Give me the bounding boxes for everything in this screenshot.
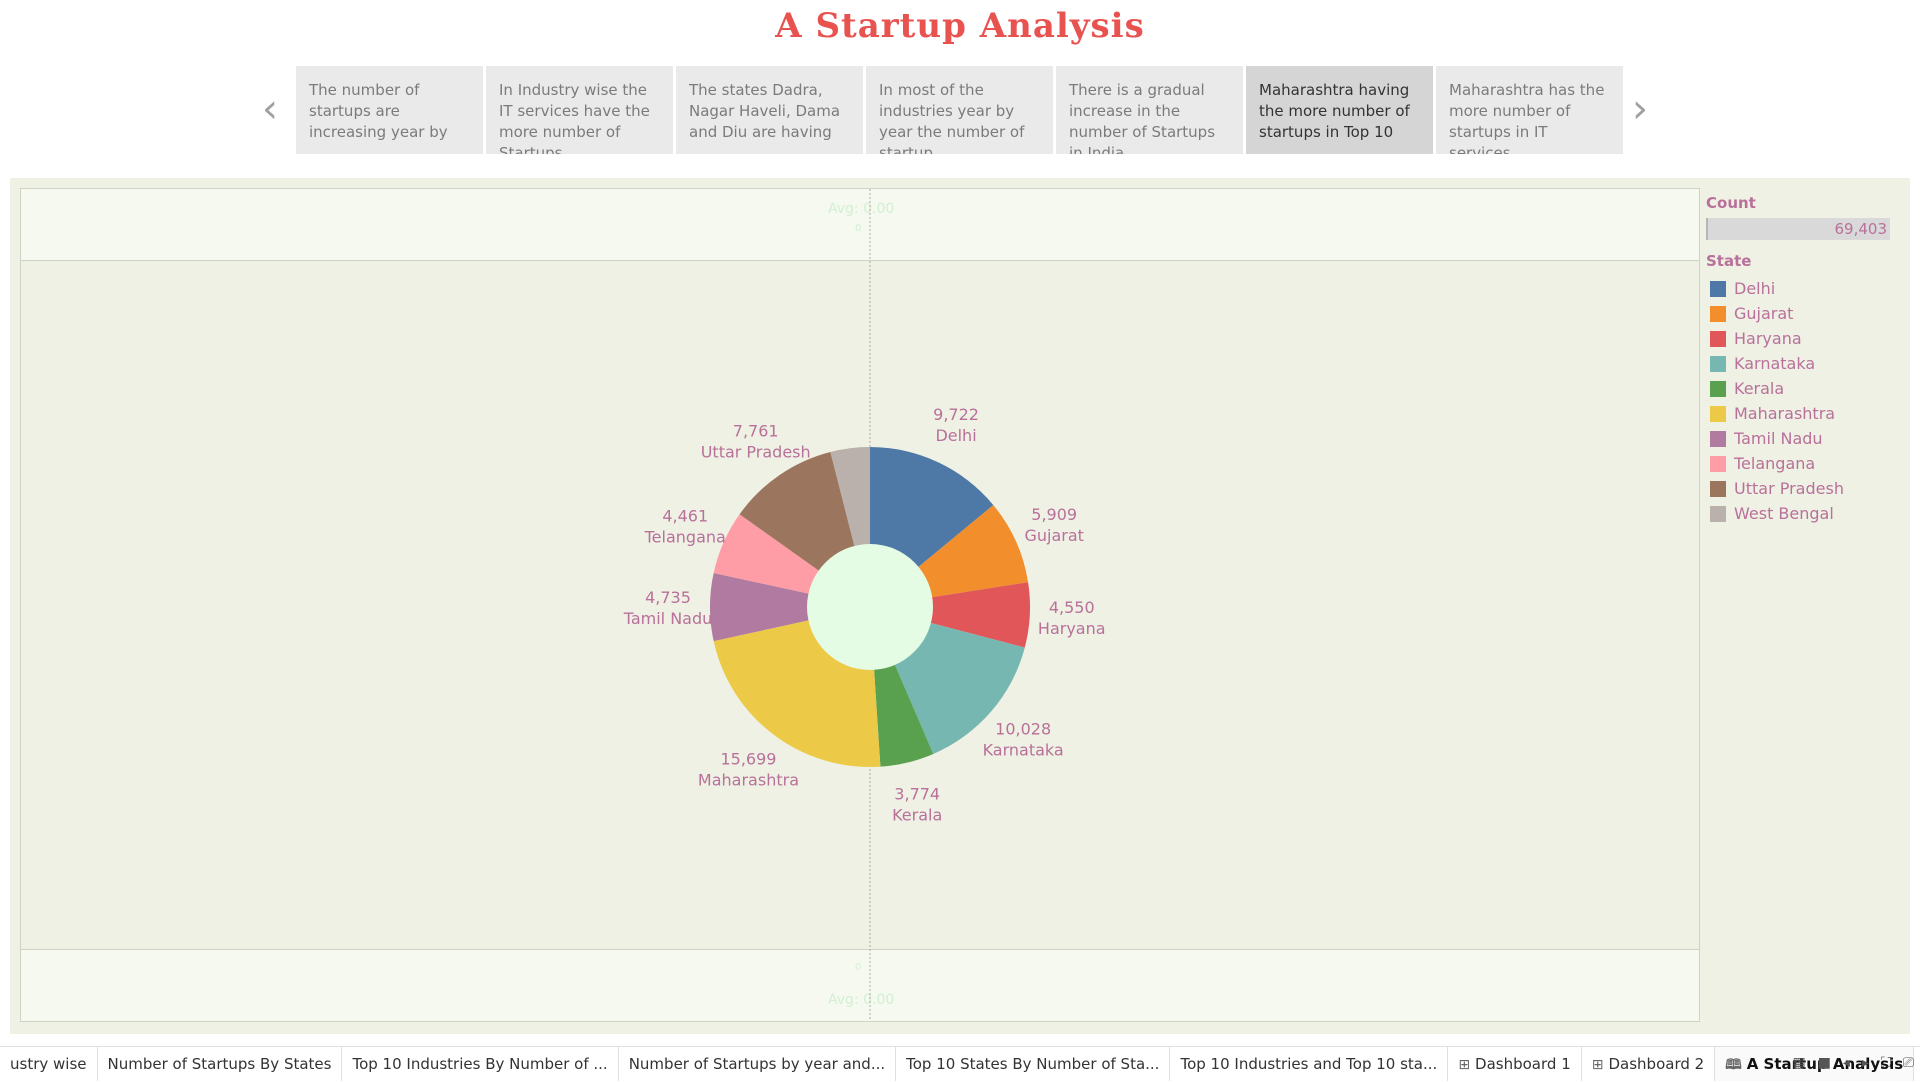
legend-swatch [1710, 455, 1726, 472]
legend-label: Maharashtra [1734, 404, 1836, 423]
slice-value-label: 5,909 [1031, 505, 1077, 524]
presentation-icon[interactable]: ⎚ [1903, 1055, 1914, 1071]
sheet-tab-label: Top 10 Industries By Number of ... [352, 1055, 608, 1073]
pie-chart-svg: 9,722 Delhi 5,909 Gujarat 4,550 Haryana 10,028… [623, 189, 1106, 1021]
legend-item[interactable]: Uttar Pradesh [1706, 476, 1906, 501]
sheet-tab[interactable]: ⊞ Dashboard 2 [1582, 1047, 1716, 1081]
sheet-tab[interactable]: Top 10 States By Number of Sta... [896, 1047, 1171, 1081]
sheet-tab-bar: ustry wise Number of Startups By States To… [0, 1046, 1920, 1081]
slice-value-label: 4,461 [662, 506, 708, 525]
sheet-tab[interactable]: ⊞ Dashboard 1 [1448, 1047, 1582, 1081]
slice-value-label: 3,774 [894, 784, 940, 803]
legend-label: Gujarat [1734, 304, 1794, 323]
legend-label: West Bengal [1734, 504, 1834, 523]
donut-hole [807, 544, 933, 670]
tab-type-icon: ⊞ [1458, 1057, 1471, 1073]
legend-label: Karnataka [1734, 354, 1816, 373]
story-point[interactable]: Maharashtra having the more number of st… [1246, 66, 1433, 154]
page-title: A Startup Analysis [775, 6, 1145, 46]
legend-label: Uttar Pradesh [1734, 479, 1844, 498]
slice-category-label: Uttar Pradesh [701, 442, 811, 461]
slice-category-label: Tamil Nadu [623, 609, 713, 628]
dashboard-canvas: Avg: 0.00 0 0 Avg: 0.00 9,722 Delhi 5,909 G… [10, 178, 1910, 1034]
legend-item[interactable]: Gujarat [1706, 301, 1906, 326]
story-prev-arrow-icon[interactable]: ‹ [262, 89, 278, 129]
legend-item[interactable]: Delhi [1706, 276, 1906, 301]
legend-item[interactable]: Maharashtra [1706, 401, 1906, 426]
slice-value-label: 9,722 [933, 405, 979, 424]
legend-label: Tamil Nadu [1734, 429, 1823, 448]
pie-chart-view: Avg: 0.00 0 0 Avg: 0.00 9,722 Delhi 5,909 G… [20, 188, 1700, 1022]
story-point[interactable]: In Industry wise the IT services have th… [486, 66, 673, 154]
slice-category-label: Haryana [1038, 619, 1106, 638]
legend-item[interactable]: Tamil Nadu [1706, 426, 1906, 451]
legend-panel: Count 69,403 State Delhi Gujarat Haryana Ka… [1706, 194, 1906, 526]
legend-item[interactable]: West Bengal [1706, 501, 1906, 526]
legend-item[interactable]: Karnataka [1706, 351, 1906, 376]
sheet-tab[interactable]: Number of Startups by year and... [619, 1047, 897, 1081]
legend-swatch [1710, 330, 1726, 347]
count-size-legend: 69,403 [1706, 218, 1890, 240]
story-point[interactable]: The states Dadra, Nagar Haveli, Dama and… [676, 66, 863, 154]
story-next-arrow-icon[interactable]: › [1632, 89, 1648, 129]
legend-swatch [1710, 405, 1726, 422]
bottom-toolbar: ▦ ■ ◂ ▸ ⛶ ⎚ [1792, 1055, 1914, 1071]
legend-item[interactable]: Haryana [1706, 326, 1906, 351]
story-point[interactable]: In most of the industries year by year t… [866, 66, 1053, 154]
story-point[interactable]: There is a gradual increase in the numbe… [1056, 66, 1243, 154]
slice-value-label: 4,550 [1049, 598, 1095, 617]
legend-item[interactable]: Telangana [1706, 451, 1906, 476]
slice-category-label: Maharashtra [698, 770, 799, 789]
sheet-tab[interactable]: Top 10 Industries and Top 10 sta... [1170, 1047, 1449, 1081]
legend-swatch [1710, 280, 1726, 297]
legend-item[interactable]: Kerala [1706, 376, 1906, 401]
grid-view-icon[interactable]: ▦ [1792, 1055, 1805, 1071]
tab-type-icon: 🕮 [1725, 1057, 1742, 1073]
legend-label: Delhi [1734, 279, 1776, 298]
slice-category-label: Delhi [935, 426, 976, 445]
sheet-tab-label: Top 10 Industries and Top 10 sta... [1180, 1055, 1438, 1073]
sheet-tab[interactable]: Number of Startups By States [98, 1047, 343, 1081]
sheet-tab[interactable]: ustry wise [0, 1047, 98, 1081]
next-sheet-icon[interactable]: ▸ [1862, 1055, 1869, 1071]
slice-value-label: 15,699 [720, 749, 776, 768]
legend-swatch [1710, 355, 1726, 372]
slice-value-label: 4,735 [645, 588, 691, 607]
slice-value-label: 10,028 [995, 720, 1051, 739]
sheet-tab-label: Number of Startups By States [107, 1055, 332, 1073]
story-point[interactable]: The number of startups are increasing ye… [296, 66, 483, 154]
slice-category-label: Telangana [644, 527, 726, 546]
legend-swatch [1710, 480, 1726, 497]
slice-category-label: Kerala [892, 805, 942, 824]
slice-value-label: 7,761 [733, 421, 779, 440]
sheet-tab-label: Dashboard 2 [1608, 1055, 1705, 1073]
single-view-icon[interactable]: ■ [1818, 1055, 1831, 1071]
legend-swatch [1710, 305, 1726, 322]
sheet-tab-label: Dashboard 1 [1475, 1055, 1571, 1073]
sheet-tab-label: ustry wise [10, 1055, 87, 1073]
legend-label: Haryana [1734, 329, 1802, 348]
prev-sheet-icon[interactable]: ◂ [1843, 1055, 1850, 1071]
state-legend-list: Delhi Gujarat Haryana Karnataka Kerala Mahara… [1706, 276, 1906, 526]
count-legend-title: Count [1706, 194, 1756, 212]
legend-swatch [1710, 505, 1726, 522]
slice-category-label: Karnataka [983, 741, 1064, 760]
sheet-tab-label: Number of Startups by year and... [628, 1055, 886, 1073]
sheet-tab[interactable]: Top 10 Industries By Number of ... [342, 1047, 619, 1081]
state-legend-title: State [1706, 252, 1752, 270]
tab-type-icon: ⊞ [1591, 1057, 1604, 1073]
fullscreen-icon[interactable]: ⛶ [1881, 1055, 1891, 1071]
sheet-tab-label: Top 10 States By Number of Sta... [906, 1055, 1160, 1073]
legend-label: Telangana [1734, 454, 1816, 473]
story-point[interactable]: Maharashtra has the more number of start… [1436, 66, 1623, 154]
legend-swatch [1710, 430, 1726, 447]
legend-label: Kerala [1734, 379, 1785, 398]
slice-category-label: Gujarat [1024, 526, 1083, 545]
legend-swatch [1710, 380, 1726, 397]
story-navigator: The number of startups are increasing ye… [296, 66, 1626, 154]
